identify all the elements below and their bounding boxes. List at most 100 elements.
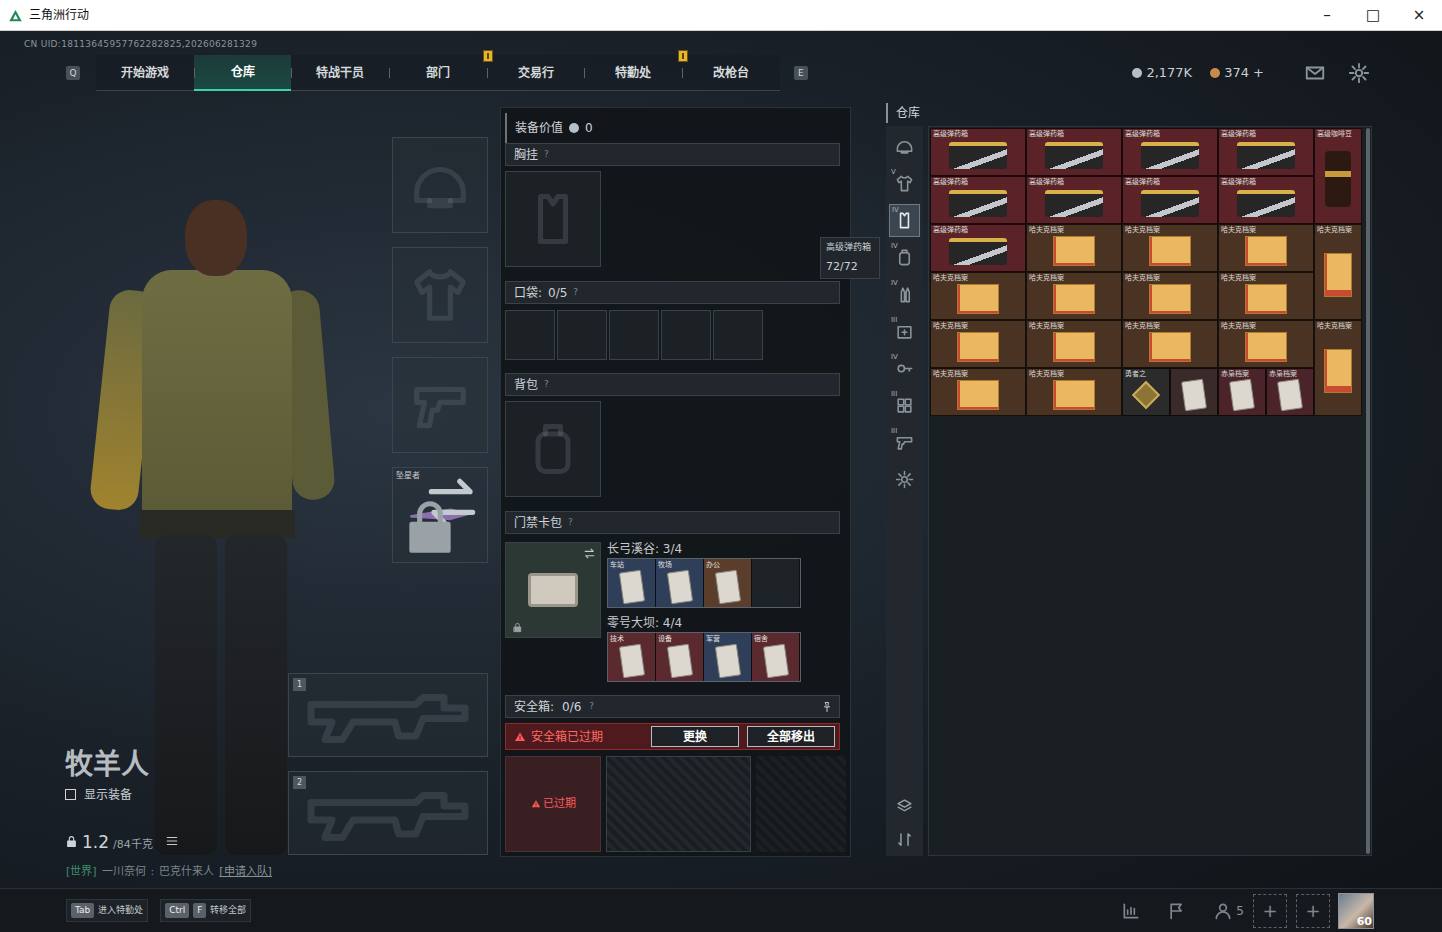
warehouse-item[interactable]: 哈夫克档案 <box>1218 320 1314 368</box>
warehouse-item[interactable]: 哈夫克档案 <box>930 320 1026 368</box>
warehouse-item[interactable]: 哈夫克档案 <box>1026 224 1122 272</box>
warehouse-item[interactable]: 勇者之 <box>1122 368 1170 416</box>
nav-tab[interactable]: 仓库 <box>194 55 292 91</box>
warehouse-item[interactable]: 哈夫克档案 <box>1314 224 1362 320</box>
nav-tab[interactable]: 改枪台 <box>682 55 780 91</box>
minimize-button[interactable]: – <box>1304 0 1350 30</box>
pin-icon[interactable] <box>821 701 833 713</box>
warehouse-item[interactable]: 高级弹药箱 <box>930 128 1026 176</box>
invite-slot[interactable]: + <box>1253 894 1287 928</box>
weapon-slot[interactable]: 2 <box>288 771 488 855</box>
nav-tab[interactable]: 交易行 <box>487 55 585 91</box>
warehouse-item[interactable]: 哈夫克档案 <box>1122 272 1218 320</box>
warehouse-item[interactable]: 哈夫克档案 <box>1122 320 1218 368</box>
help-mark[interactable]: ? <box>568 516 573 530</box>
keycard[interactable]: 办公 <box>704 559 752 607</box>
category-button[interactable]: IV <box>889 352 920 385</box>
keycard[interactable]: 牧场 <box>656 559 704 607</box>
help-mark[interactable]: ? <box>544 148 549 162</box>
invite-slot[interactable]: + <box>1296 894 1330 928</box>
friends-button[interactable]: 5 <box>1187 901 1244 921</box>
show-gear-toggle[interactable]: 显示装备 <box>65 786 179 804</box>
help-mark[interactable]: ? <box>589 700 594 714</box>
backpack-slot[interactable] <box>505 401 601 497</box>
warehouse-item[interactable]: 高级弹药箱 <box>930 224 1026 272</box>
chest-rig-slot[interactable] <box>505 171 601 267</box>
gear-slot[interactable]: 坠星者 <box>392 467 488 563</box>
keycard[interactable]: 技术 <box>608 633 656 681</box>
nav-tab[interactable]: 特战干员 <box>291 55 389 91</box>
sort-icon[interactable] <box>896 831 913 848</box>
warehouse-item[interactable]: 哈夫克档案 <box>930 272 1026 320</box>
category-button[interactable]: IV <box>889 241 920 274</box>
warehouse-item[interactable]: 哈夫克档案 <box>1314 320 1362 416</box>
warehouse-item[interactable]: 哈夫克档案 <box>930 368 1026 416</box>
keycard[interactable]: 车站 <box>608 559 656 607</box>
category-tier: III <box>891 426 897 437</box>
keycard[interactable]: 设备 <box>656 633 704 681</box>
category-button[interactable]: III <box>889 389 920 422</box>
scrollbar[interactable] <box>1366 128 1370 854</box>
help-mark[interactable]: ? <box>573 286 578 300</box>
warehouse-item[interactable]: 高级弹药箱 <box>1026 128 1122 176</box>
warehouse-item[interactable]: 高级弹药箱 <box>1122 128 1218 176</box>
weapon-slot[interactable]: 1 <box>288 673 488 757</box>
item-label: 高级弹药箱 <box>1125 178 1160 187</box>
join-link[interactable]: [申请入队] <box>219 864 272 881</box>
pocket-slot[interactable] <box>505 310 555 360</box>
category-button[interactable] <box>889 130 920 163</box>
warehouse-item[interactable]: 高级弹药箱 <box>1218 128 1314 176</box>
keycard[interactable]: 军营 <box>704 633 752 681</box>
nav-tab[interactable]: 开始游戏 <box>96 55 194 91</box>
nav-tab[interactable]: 特勤处 <box>584 55 682 91</box>
warehouse-item[interactable] <box>1170 368 1218 416</box>
gear-slot[interactable] <box>392 137 488 233</box>
warehouse-item[interactable]: 哈夫克档案 <box>1218 224 1314 272</box>
warehouse-item[interactable]: 哈夫克档案 <box>1026 320 1122 368</box>
keycard-holder[interactable] <box>505 542 601 638</box>
warehouse-item[interactable]: 赤枭档案 <box>1218 368 1266 416</box>
category-button[interactable]: V <box>889 167 920 200</box>
remove-all-button[interactable]: 全部移出 <box>747 726 835 747</box>
warehouse-item[interactable]: 高级弹药箱 <box>930 176 1026 224</box>
warehouse-item[interactable]: 哈夫克档案 <box>1026 368 1122 416</box>
shortcut-hint[interactable]: CtrlF转移全部 <box>160 899 251 923</box>
list-icon[interactable] <box>165 834 179 848</box>
warehouse-item[interactable]: 高级弹药箱 <box>1122 176 1218 224</box>
gear-icon[interactable] <box>1348 62 1370 84</box>
stats-icon[interactable] <box>1121 901 1141 921</box>
warehouse-item[interactable]: 哈夫克档案 <box>1026 272 1122 320</box>
pocket-slot[interactable] <box>713 310 763 360</box>
layers-icon[interactable] <box>896 798 913 815</box>
help-mark[interactable]: ? <box>544 378 549 392</box>
keycard[interactable] <box>752 559 800 607</box>
flag-icon[interactable] <box>1167 901 1187 921</box>
pocket-slot[interactable] <box>557 310 607 360</box>
safe-box-case[interactable]: 已过期 <box>505 756 601 852</box>
pocket-slot[interactable] <box>661 310 711 360</box>
nav-tab[interactable]: 部门 <box>389 55 487 91</box>
gear-slot[interactable] <box>392 247 488 343</box>
category-button[interactable]: III <box>889 426 920 459</box>
shortcut-hint[interactable]: Tab进入特勤处 <box>66 899 148 923</box>
player-avatar[interactable]: 60 <box>1338 893 1374 929</box>
warehouse-item[interactable]: 哈夫克档案 <box>1218 272 1314 320</box>
warehouse-item[interactable]: 高级弹药箱 <box>1026 176 1122 224</box>
category-button[interactable] <box>889 463 920 496</box>
close-button[interactable]: × <box>1396 0 1442 30</box>
category-button[interactable]: IV <box>889 278 920 311</box>
warehouse-item[interactable]: 高级弹药箱 <box>1218 176 1314 224</box>
category-button[interactable]: III <box>889 315 920 348</box>
warehouse-item[interactable]: 哈夫克档案 <box>1122 224 1218 272</box>
pocket-slot[interactable] <box>609 310 659 360</box>
warehouse-item[interactable]: 赤枭档案 <box>1266 368 1314 416</box>
gear-slot[interactable] <box>392 357 488 453</box>
keycard[interactable]: 宿舍 <box>752 633 800 681</box>
swap-icon[interactable] <box>583 547 596 560</box>
checkbox[interactable] <box>65 789 76 800</box>
replace-button[interactable]: 更换 <box>651 726 739 747</box>
mail-icon[interactable] <box>1304 62 1326 84</box>
category-button[interactable]: IV <box>889 204 920 237</box>
warehouse-item[interactable]: 高级咖啡豆 <box>1314 128 1362 224</box>
maximize-button[interactable]: □ <box>1350 0 1396 30</box>
